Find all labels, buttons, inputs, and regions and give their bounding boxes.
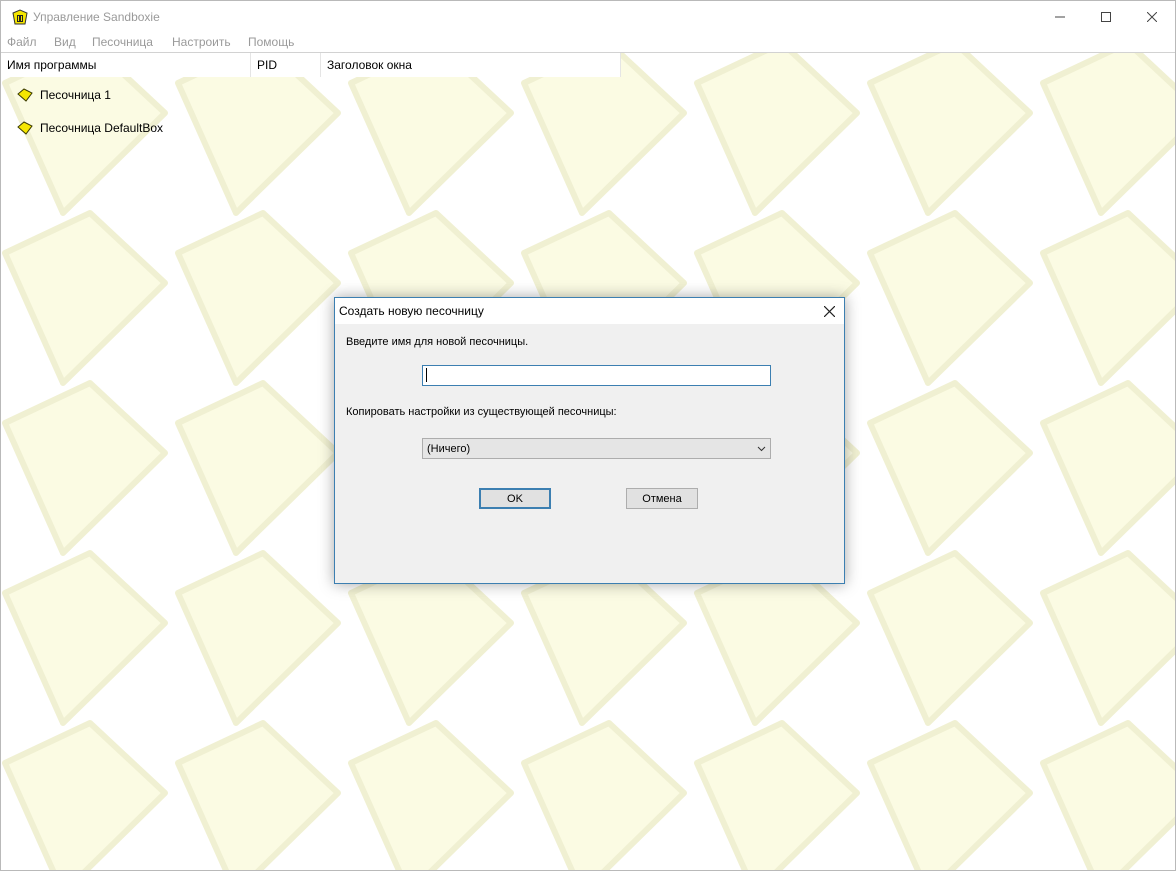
menu-file[interactable]: Файл — [7, 35, 37, 49]
background-tile — [348, 720, 514, 870]
sandbox-row-defaultbox[interactable]: Песочница DefaultBox — [17, 118, 163, 138]
menu-configure[interactable]: Настроить — [172, 35, 231, 49]
background-tile — [2, 210, 168, 386]
background-tile — [2, 380, 168, 556]
menu-view[interactable]: Вид — [54, 35, 76, 49]
menu-help[interactable]: Помощь — [248, 35, 294, 49]
background-tile — [348, 53, 514, 216]
window-title: Управление Sandboxie — [33, 10, 160, 24]
menu-sandbox[interactable]: Песочница — [92, 35, 153, 49]
dialog-close-button[interactable] — [814, 298, 844, 324]
column-header-pid[interactable]: PID — [251, 53, 321, 77]
ok-button[interactable]: OK — [479, 488, 551, 509]
maximize-button[interactable] — [1083, 1, 1129, 33]
background-tile — [175, 53, 341, 216]
sandboxie-app-icon — [12, 9, 28, 25]
maximize-icon — [1101, 12, 1111, 22]
background-tile — [867, 550, 1033, 726]
background-tile — [2, 550, 168, 726]
sandbox-diamond-icon — [17, 121, 33, 135]
name-prompt-label: Введите имя для новой песочницы. — [346, 336, 529, 348]
new-sandbox-dialog: Создать новую песочницу Введите имя для … — [334, 297, 845, 584]
minimize-icon — [1055, 16, 1065, 18]
background-tile — [175, 550, 341, 726]
background-tile — [867, 720, 1033, 870]
sandbox-row-1[interactable]: Песочница 1 — [17, 85, 111, 105]
background-tile — [1040, 550, 1175, 726]
copy-settings-dropdown[interactable]: (Ничего) — [422, 438, 771, 459]
background-tile — [1040, 53, 1175, 216]
cancel-button[interactable]: Отмена — [626, 488, 698, 509]
column-header-program[interactable]: Имя программы — [1, 53, 251, 77]
background-tile — [867, 210, 1033, 386]
copy-settings-selected: (Ничего) — [427, 443, 471, 455]
background-tile — [521, 720, 687, 870]
background-tile — [175, 210, 341, 386]
column-label-window-title: Заголовок окна — [327, 58, 412, 72]
text-caret — [426, 368, 427, 382]
menu-bar: Файл Вид Песочница Настроить Помощь — [1, 33, 1175, 51]
background-tile — [867, 53, 1033, 216]
column-label-pid: PID — [257, 58, 278, 72]
background-tile — [175, 380, 341, 556]
close-button[interactable] — [1129, 1, 1175, 33]
ok-button-label: OK — [507, 492, 523, 505]
dialog-title-bar[interactable]: Создать новую песочницу — [335, 298, 844, 324]
background-tile — [175, 720, 341, 870]
close-icon — [1147, 12, 1157, 22]
column-header-window-title[interactable]: Заголовок окна — [321, 53, 621, 77]
sandbox-diamond-icon — [17, 88, 33, 102]
cancel-button-label: Отмена — [642, 492, 682, 505]
column-label-program: Имя программы — [7, 58, 97, 72]
background-tile — [867, 380, 1033, 556]
background-tile — [1040, 720, 1175, 870]
background-tile — [694, 720, 860, 870]
sandboxie-control-window: Управление Sandboxie Файл Вид Песочница … — [0, 0, 1176, 871]
sandbox-label: Песочница DefaultBox — [40, 121, 164, 135]
background-tile — [1040, 210, 1175, 386]
sandbox-name-input[interactable] — [422, 365, 771, 386]
close-icon — [823, 305, 835, 317]
dialog-title: Создать новую песочницу — [339, 304, 484, 318]
background-tile — [694, 53, 860, 216]
title-bar[interactable]: Управление Sandboxie — [1, 1, 1175, 33]
sandbox-label: Песочница 1 — [40, 88, 111, 102]
copy-settings-label: Копировать настройки из существующей пес… — [346, 406, 617, 418]
background-tile — [521, 53, 687, 216]
chevron-down-icon — [757, 446, 766, 452]
background-tile — [2, 720, 168, 870]
minimize-button[interactable] — [1037, 1, 1083, 33]
background-tile — [1040, 380, 1175, 556]
